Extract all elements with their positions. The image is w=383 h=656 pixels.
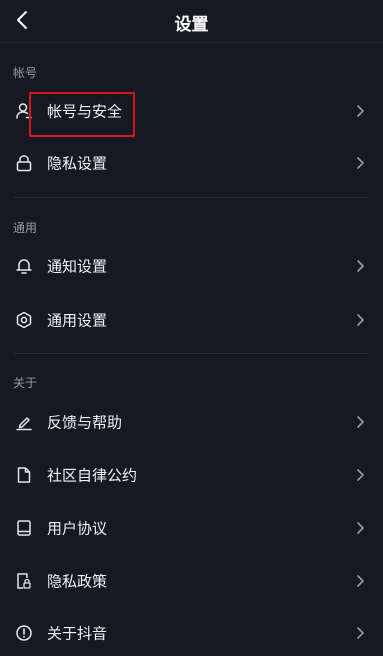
- settings-item-privacy-policy[interactable]: 隐私政策: [0, 555, 383, 607]
- settings-item-about-douyin[interactable]: 关于抖音: [0, 607, 383, 656]
- book-icon: [14, 518, 34, 538]
- settings-item-privacy-settings[interactable]: 隐私设置: [0, 137, 383, 189]
- settings-item-label: 通知设置: [47, 257, 108, 276]
- edit-icon: [14, 412, 34, 432]
- chevron-right-icon: [357, 522, 364, 534]
- document-icon: [14, 465, 34, 485]
- section-label-general: 通用: [13, 221, 38, 235]
- header-bar: 设置: [0, 0, 383, 43]
- lock-icon: [14, 153, 34, 173]
- settings-item-label: 反馈与帮助: [47, 413, 123, 432]
- chevron-right-icon: [357, 627, 364, 639]
- settings-item-general-settings[interactable]: 通用设置: [0, 294, 383, 346]
- info-icon: [14, 623, 34, 643]
- settings-item-label: 隐私设置: [47, 154, 108, 173]
- settings-item-label: 通用设置: [47, 311, 108, 330]
- settings-item-label: 用户协议: [47, 519, 108, 538]
- chevron-right-icon: [357, 469, 364, 481]
- chevron-right-icon: [357, 105, 364, 117]
- settings-item-label: 隐私政策: [47, 572, 108, 591]
- section-divider: [14, 197, 369, 198]
- highlight-box: [29, 92, 135, 137]
- gear-icon: [14, 310, 34, 330]
- section-label-about: 关于: [13, 376, 38, 390]
- settings-item-feedback-help[interactable]: 反馈与帮助: [0, 396, 383, 448]
- privacy-lock-icon: [14, 571, 34, 591]
- chevron-right-icon: [357, 157, 364, 169]
- chevron-right-icon: [357, 416, 364, 428]
- page-title: 设置: [174, 15, 209, 35]
- settings-item-label: 社区自律公约: [47, 466, 138, 485]
- chevron-right-icon: [357, 260, 364, 272]
- chevron-right-icon: [357, 314, 364, 326]
- settings-item-notification-settings[interactable]: 通知设置: [0, 240, 383, 292]
- chevron-right-icon: [357, 575, 364, 587]
- settings-page: 设置 帐号 帐号与安全 隐私设置 通用 通知设置 通用设置 关于 反馈与帮助 社…: [0, 0, 383, 656]
- settings-item-label: 关于抖音: [47, 624, 108, 643]
- section-label-account: 帐号: [13, 66, 38, 80]
- settings-item-community-guidelines[interactable]: 社区自律公约: [0, 449, 383, 501]
- bell-icon: [14, 256, 34, 276]
- section-divider: [14, 353, 369, 354]
- settings-item-user-agreement[interactable]: 用户协议: [0, 502, 383, 554]
